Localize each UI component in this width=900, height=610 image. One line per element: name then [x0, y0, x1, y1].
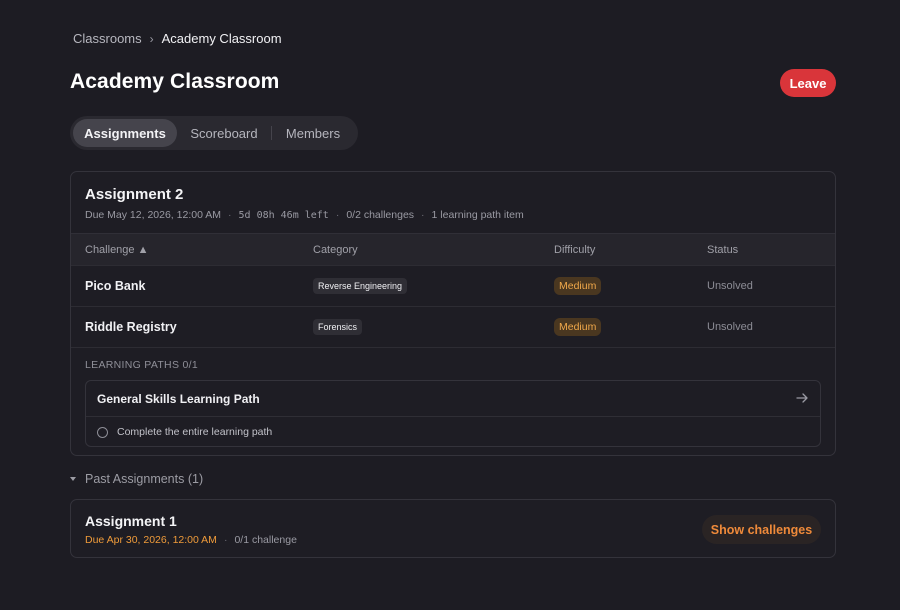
breadcrumb-current: Academy Classroom	[161, 31, 282, 46]
past-assignment-card: Assignment 1 Due Apr 30, 2026, 12:00 AM …	[70, 499, 836, 558]
assignment-time-left: 5d 08h 46m left	[238, 209, 329, 221]
difficulty-badge: Medium	[554, 318, 602, 336]
breadcrumb: Classrooms › Academy Classroom	[73, 31, 282, 46]
tab-assignments[interactable]: Assignments	[73, 119, 177, 147]
status-text: Unsolved	[707, 280, 753, 292]
category-badge: Forensics	[313, 319, 363, 335]
circle-icon	[97, 426, 108, 438]
table-row[interactable]: Riddle Registry Forensics Medium Unsolve…	[71, 306, 835, 347]
assignment-due: Due May 12, 2026, 12:00 AM	[85, 209, 222, 221]
arrow-right-icon[interactable]	[795, 391, 809, 405]
meta-separator: ·	[223, 534, 228, 546]
meta-separator: ·	[335, 209, 340, 221]
show-challenges-button[interactable]: Show challenges	[702, 515, 821, 544]
meta-separator: ·	[421, 209, 425, 221]
past-assignments-label: Past Assignments (1)	[85, 472, 204, 486]
classroom-page: Classrooms › Academy Classroom Academy C…	[0, 0, 900, 610]
category-badge: Reverse Engineering	[313, 278, 408, 294]
assignment-header: Assignment 2 Due May 12, 2026, 12:00 AM …	[71, 172, 835, 233]
learning-path-title: General Skills Learning Path	[97, 391, 260, 406]
column-category: Category	[313, 243, 358, 256]
page-title: Academy Classroom	[70, 70, 280, 93]
assignment-learning-count: 1 learning path item	[431, 209, 524, 221]
challenge-name[interactable]: Pico Bank	[85, 279, 145, 293]
leave-button[interactable]: Leave	[780, 69, 836, 97]
tab-members[interactable]: Members	[272, 119, 354, 147]
challenge-name[interactable]: Riddle Registry	[85, 320, 177, 334]
table-header: Challenge ▲ Category Difficulty Status	[71, 233, 835, 265]
breadcrumb-classrooms-link[interactable]: Classrooms	[73, 31, 142, 46]
difficulty-badge: Medium	[554, 277, 602, 295]
column-difficulty: Difficulty	[554, 243, 596, 256]
learning-path-header: General Skills Learning Path	[86, 381, 820, 417]
learning-path-item: Complete the entire learning path	[86, 417, 820, 447]
tab-scoreboard[interactable]: Scoreboard	[177, 119, 271, 147]
assignment-title: Assignment 2	[85, 186, 184, 203]
past-assignment-due: Due Apr 30, 2026, 12:00 AM	[85, 534, 217, 546]
table-row[interactable]: Pico Bank Reverse Engineering Medium Uns…	[71, 265, 835, 306]
assignment-challenge-count: 0/2 challenges	[346, 209, 415, 221]
tab-bar: Assignments Scoreboard Members	[70, 116, 358, 150]
learning-paths-label: LEARNING PATHS 0/1	[85, 359, 198, 371]
column-status: Status	[707, 243, 739, 256]
status-text: Unsolved	[707, 321, 753, 333]
learning-path-card[interactable]: General Skills Learning Path Complete th…	[85, 380, 821, 447]
chevron-right-icon: ›	[149, 31, 154, 46]
learning-path-item-text: Complete the entire learning path	[117, 426, 273, 438]
column-challenge-sort[interactable]: Challenge ▲	[85, 244, 148, 256]
past-assignments-toggle[interactable]: Past Assignments (1)	[70, 472, 203, 486]
assignment-meta: Due May 12, 2026, 12:00 AM · 5d 08h 46m …	[85, 209, 821, 221]
caret-down-icon	[70, 477, 76, 481]
meta-separator: ·	[228, 209, 232, 221]
learning-paths-section: LEARNING PATHS 0/1 General Skills Learni…	[71, 347, 835, 447]
past-assignment-challenge-count: 0/1 challenge	[234, 534, 297, 546]
assignment-card: Assignment 2 Due May 12, 2026, 12:00 AM …	[70, 171, 836, 456]
